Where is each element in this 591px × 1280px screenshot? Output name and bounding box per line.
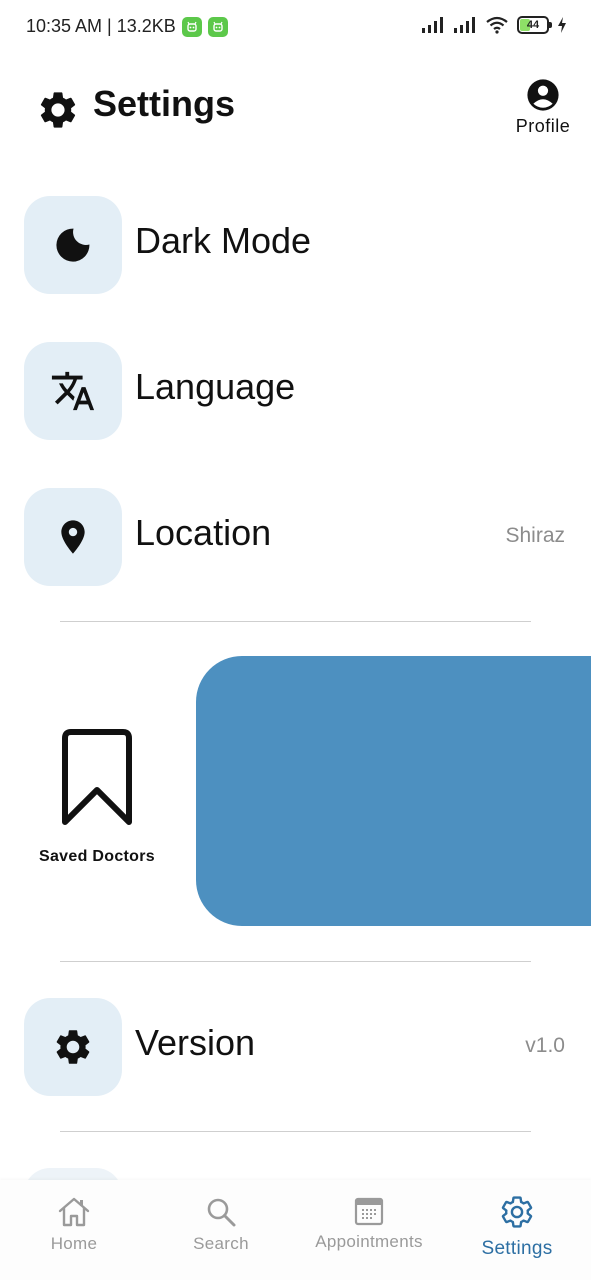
page-title: Settings xyxy=(93,83,236,124)
setting-label-version: Version xyxy=(135,1022,256,1063)
status-left: 10:35 AM | 13.2KB xyxy=(26,16,228,37)
setting-row-dark-mode[interactable]: Dark Mode xyxy=(0,196,591,294)
nav-home[interactable]: Home xyxy=(34,1196,114,1254)
setting-icon-tile xyxy=(24,342,122,440)
nav-search[interactable]: Search xyxy=(181,1196,261,1254)
saved-doctors-button[interactable]: Saved Doctors xyxy=(30,728,164,866)
page-header: Settings Profile xyxy=(0,76,591,156)
signal-icon xyxy=(454,17,475,33)
nav-label: Settings xyxy=(481,1238,553,1259)
nav-label: Search xyxy=(193,1234,249,1253)
divider xyxy=(60,621,531,622)
search-icon xyxy=(207,1198,236,1227)
setting-icon-tile xyxy=(24,998,122,1096)
charging-icon xyxy=(558,17,566,33)
signal-icon xyxy=(422,17,443,33)
calendar-icon xyxy=(354,1197,384,1226)
bookmark-icon xyxy=(62,729,132,825)
app-notification-icon xyxy=(207,16,228,37)
status-time: 10:35 AM | 13.2KB xyxy=(26,16,176,36)
gear-icon xyxy=(40,92,76,128)
home-icon xyxy=(58,1197,90,1227)
moon-icon xyxy=(56,228,90,262)
setting-icon-tile xyxy=(24,196,122,294)
profile-label: Profile xyxy=(515,116,571,136)
saved-doctors-card[interactable] xyxy=(196,656,591,926)
wifi-icon xyxy=(486,16,508,34)
battery-level: 44 xyxy=(526,19,540,31)
divider xyxy=(60,1131,531,1132)
gear-icon xyxy=(56,1030,90,1064)
translate-icon xyxy=(51,371,95,411)
bottom-navigation: Home Search Appointments Settings xyxy=(0,1180,591,1280)
nav-label: Appointments xyxy=(315,1232,423,1251)
nav-appointments[interactable]: Appointments xyxy=(309,1196,429,1252)
profile-button[interactable]: Profile xyxy=(513,78,573,137)
status-bar: 10:35 AM | 13.2KB 44 xyxy=(0,0,591,56)
gear-icon xyxy=(501,1196,533,1228)
nav-settings[interactable]: Settings xyxy=(471,1194,563,1260)
status-right: 44 xyxy=(421,16,567,34)
setting-icon-tile xyxy=(24,488,122,586)
location-pin-icon xyxy=(61,520,85,554)
nav-label: Home xyxy=(50,1234,98,1253)
setting-row-language[interactable]: Language xyxy=(0,342,591,440)
setting-label-language: Language xyxy=(135,366,296,407)
setting-value-location: Shiraz xyxy=(505,524,565,547)
setting-label-dark-mode: Dark Mode xyxy=(135,220,312,261)
setting-row-location[interactable]: Location Shiraz xyxy=(0,488,591,586)
setting-value-version: v1.0 xyxy=(525,1034,565,1057)
saved-doctors-label: Saved Doctors xyxy=(39,848,155,865)
app-notification-icon xyxy=(181,16,202,37)
setting-row-version[interactable]: Version v1.0 xyxy=(0,998,591,1096)
battery-icon: 44 xyxy=(517,16,552,34)
account-circle-icon xyxy=(527,79,559,111)
setting-label-location: Location xyxy=(135,512,272,553)
divider xyxy=(60,961,531,962)
